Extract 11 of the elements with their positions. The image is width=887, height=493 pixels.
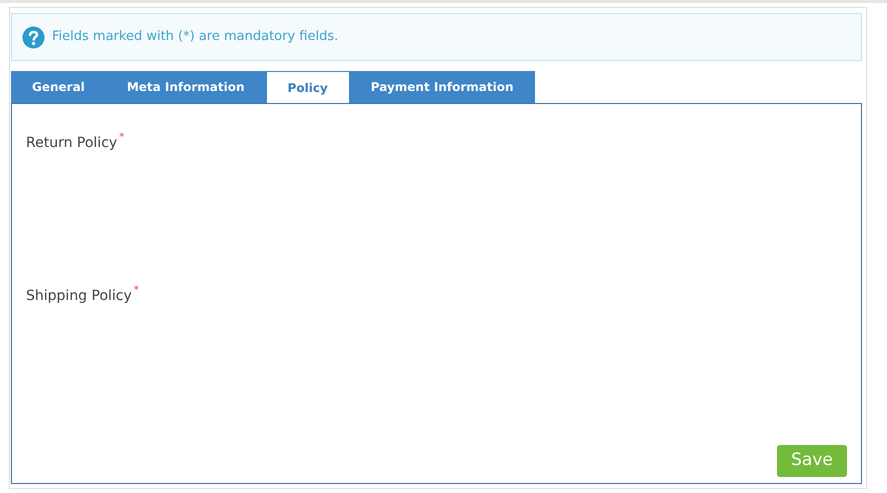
field-label: Return Policy: [26, 135, 118, 151]
tab[interactable]: Payment Information: [350, 71, 535, 103]
mandatory-notice: Fields marked with (*) are mandatory fields.: [52, 28, 338, 46]
tab[interactable]: General: [11, 71, 106, 103]
required-mark: *: [119, 132, 124, 143]
field-label: Shipping Policy: [26, 288, 132, 304]
tab[interactable]: Meta Information: [106, 71, 266, 103]
help-icon: [22, 26, 45, 48]
tab[interactable]: Policy: [266, 71, 350, 103]
save-button[interactable]: Save: [777, 445, 847, 477]
required-mark: *: [134, 285, 139, 296]
